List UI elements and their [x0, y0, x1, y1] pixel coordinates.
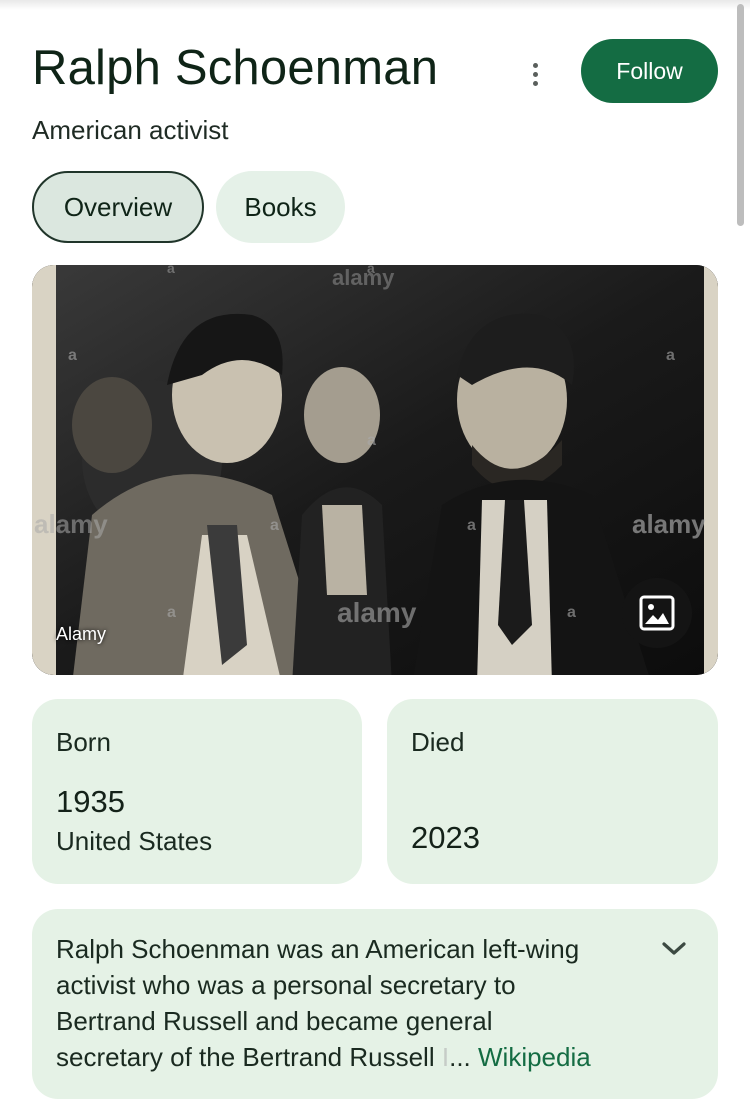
scrollbar[interactable] — [737, 4, 744, 226]
watermark-mark: a — [68, 347, 77, 364]
description-line: Bertrand Russell and became general — [56, 1006, 493, 1036]
follow-button[interactable]: Follow — [581, 39, 718, 103]
died-card[interactable]: Died 2023 — [387, 699, 718, 884]
knowledge-panel: Ralph Schoenman American activist Follow… — [0, 0, 750, 1107]
description-line: activist who was a personal secretary to — [56, 970, 516, 1000]
watermark-top: alamy — [332, 265, 395, 290]
born-year: 1935 — [56, 784, 125, 819]
more-vert-icon[interactable] — [515, 54, 555, 94]
tab-overview[interactable]: Overview — [32, 171, 204, 243]
watermark-mark: a — [167, 265, 175, 276]
image-source-label: Alamy — [56, 624, 107, 644]
description-card[interactable]: Ralph Schoenman was an American left-win… — [32, 909, 718, 1099]
born-label: Born — [56, 727, 111, 757]
born-place: United States — [56, 826, 213, 856]
description-line: secretary of the Bertrand Russell — [56, 1042, 435, 1072]
died-label: Died — [411, 727, 465, 757]
description-ellipsis: ... — [449, 1042, 471, 1072]
image-icon[interactable] — [622, 578, 692, 648]
top-shadow — [0, 0, 750, 10]
watermark-mark: a — [567, 604, 576, 621]
description-line-last: secretary of the Bertrand Russell I... W… — [56, 1039, 646, 1075]
watermark-right: alamy — [632, 509, 706, 539]
watermark-mark: a — [367, 432, 376, 449]
entity-title: Ralph Schoenman — [32, 41, 439, 95]
watermark-mark: a — [367, 265, 375, 276]
born-card[interactable]: Born 1935 United States — [32, 699, 362, 884]
chevron-down-icon[interactable] — [654, 931, 694, 967]
wikipedia-link[interactable]: Wikipedia — [478, 1042, 591, 1072]
description-fade: I — [441, 1042, 450, 1072]
photo-illustration: alamy alamy alamy alamy a a a a a a a a … — [32, 265, 718, 675]
watermark-left: alamy — [34, 509, 108, 539]
watermark-mark: a — [167, 604, 176, 621]
description-text: Ralph Schoenman was an American left-win… — [56, 931, 646, 1075]
watermark-mark: a — [467, 517, 476, 534]
entity-photo[interactable]: alamy alamy alamy alamy a a a a a a a a … — [32, 265, 718, 675]
died-year: 2023 — [411, 820, 480, 855]
watermark-mark: a — [270, 517, 279, 534]
entity-subtitle: American activist — [32, 115, 229, 145]
tab-books[interactable]: Books — [216, 171, 345, 243]
watermark-bottom: alamy — [337, 597, 417, 628]
description-line: Ralph Schoenman was an American left-win… — [56, 934, 580, 964]
watermark-mark: a — [666, 347, 675, 364]
